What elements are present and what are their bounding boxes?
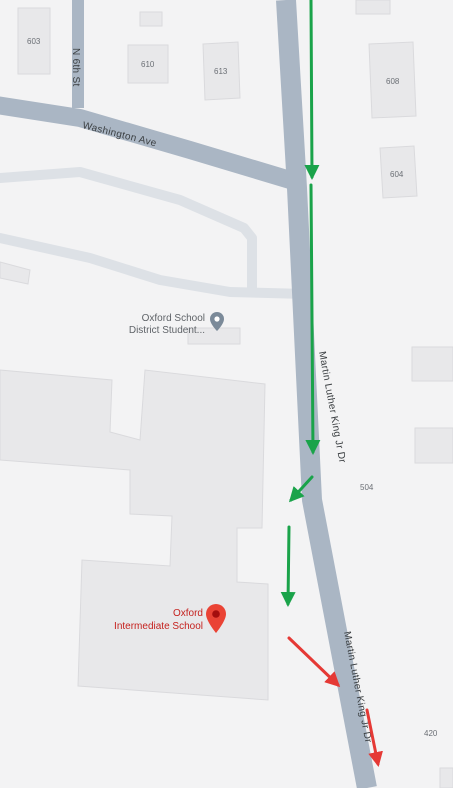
building-bottom-right bbox=[439, 767, 453, 788]
address-603: 603 bbox=[27, 37, 41, 46]
building-right-1 bbox=[411, 346, 453, 382]
building-top-right bbox=[355, 0, 391, 15]
green-arrow-4 bbox=[280, 525, 296, 607]
poi-intermediate-school-line2: Intermediate School bbox=[114, 621, 203, 632]
map-canvas[interactable]: Washington Ave Martin Luther King Jr Dr … bbox=[0, 0, 453, 788]
poi-student-center-line2: District Student... bbox=[129, 325, 205, 336]
poi-student-center-line1: Oxford School bbox=[142, 313, 205, 324]
address-604: 604 bbox=[390, 170, 404, 179]
address-608: 608 bbox=[386, 77, 400, 86]
green-arrow-1 bbox=[304, 0, 320, 180]
address-420: 420 bbox=[424, 729, 438, 738]
address-504: 504 bbox=[360, 483, 374, 492]
building-small bbox=[139, 11, 163, 27]
green-arrow-2 bbox=[305, 183, 321, 455]
street-label-n-6th-st: N 6th St bbox=[70, 48, 81, 87]
address-610: 610 bbox=[141, 60, 155, 69]
address-613: 613 bbox=[214, 67, 228, 76]
map-view[interactable]: Washington Ave Martin Luther King Jr Dr … bbox=[0, 0, 453, 788]
poi-intermediate-school-line1: Oxford bbox=[173, 608, 203, 619]
building-right-2 bbox=[414, 427, 453, 464]
